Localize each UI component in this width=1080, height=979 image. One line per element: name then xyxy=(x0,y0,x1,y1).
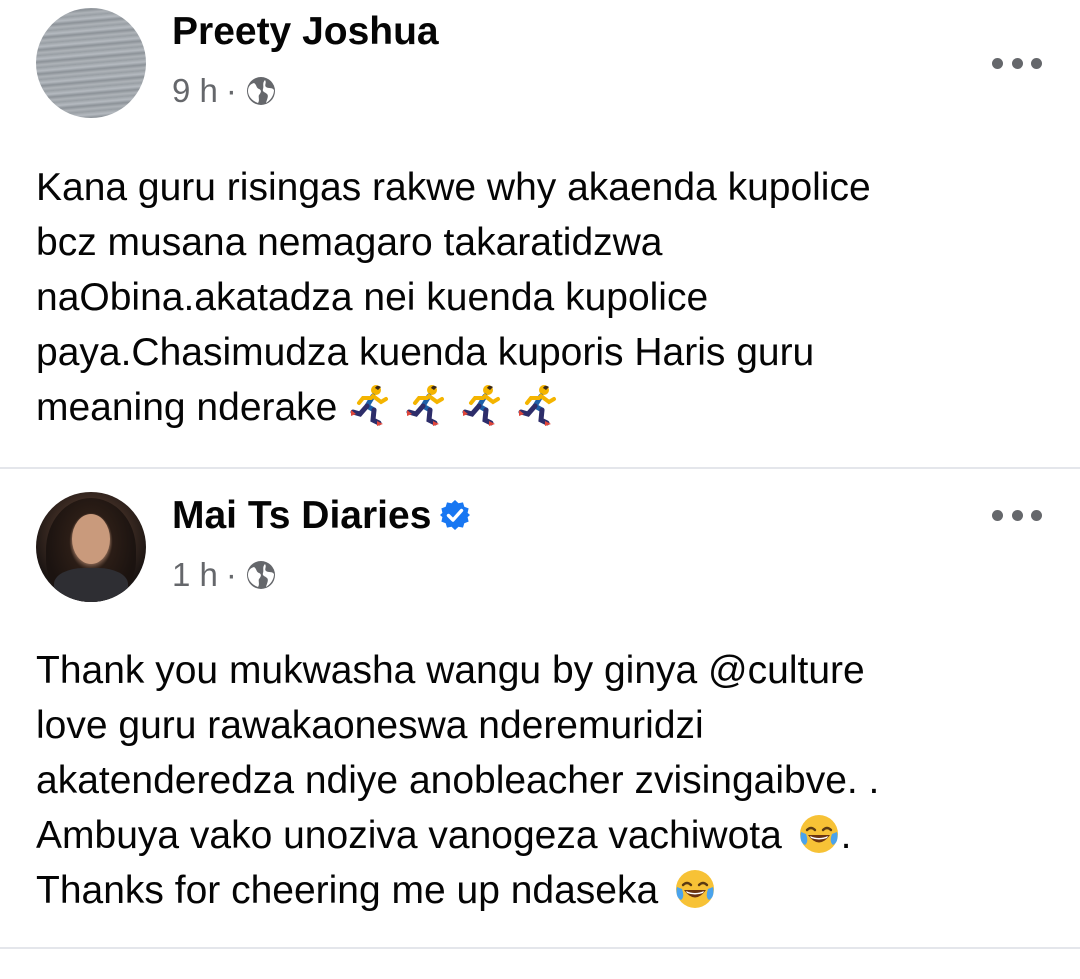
post-line-last: meaning nderake xyxy=(36,380,1046,435)
post-line: Ambuya vako unoziva vanogeza vachiwota xyxy=(36,814,782,857)
globe-icon xyxy=(246,77,275,105)
post-line: love guru rawakaoneswa nderemuridzi xyxy=(36,704,704,747)
post-meta: 1 h · xyxy=(172,556,277,594)
laughing-crying-emoji-icon xyxy=(676,870,715,908)
post-line: Thank you mukwasha wangu by ginya @cultu… xyxy=(36,649,865,692)
author-name[interactable]: Mai Ts Diaries xyxy=(172,494,471,538)
more-options-button[interactable] xyxy=(992,508,1042,522)
globe-icon xyxy=(246,561,275,589)
line-suffix: . xyxy=(840,814,852,857)
running-man-emoji-icon xyxy=(518,385,557,426)
author-name-text[interactable]: Preety Joshua xyxy=(172,10,439,53)
running-man-emoji-icon xyxy=(462,385,501,426)
running-man-emojis xyxy=(348,385,572,429)
post-line: naObina.akatadza nei kuenda kupolice xyxy=(36,276,709,319)
running-man-emoji-icon xyxy=(350,385,389,426)
post-line-with-emoji: Thanks for cheering me up ndaseka xyxy=(36,863,1046,918)
avatar[interactable] xyxy=(36,492,146,602)
avatar[interactable] xyxy=(36,8,146,118)
post-line: bcz musana nemagaro takaratidzwa xyxy=(36,221,663,264)
post-time[interactable]: 1 h xyxy=(172,556,218,594)
feed: Preety Joshua 9 h · Kana guru risingas r… xyxy=(0,0,1080,979)
post-line: Thanks for cheering me up ndaseka xyxy=(36,869,659,912)
author-name-text[interactable]: Mai Ts Diaries xyxy=(172,494,431,537)
post-divider xyxy=(0,947,1080,949)
post-time[interactable]: 9 h xyxy=(172,72,218,110)
more-options-icon xyxy=(992,509,1003,521)
running-man-emoji-icon xyxy=(406,385,445,426)
author-name[interactable]: Preety Joshua xyxy=(172,10,439,54)
verified-badge-icon xyxy=(440,500,471,530)
meta-separator: · xyxy=(225,72,237,109)
meta-separator: · xyxy=(225,556,237,593)
post-text: Thank you mukwasha wangu by ginya @cultu… xyxy=(36,643,1046,918)
post-meta: 9 h · xyxy=(172,72,277,110)
post-line: meaning nderake xyxy=(36,386,338,429)
avatar-face xyxy=(72,514,110,564)
post-preety-joshua: Preety Joshua 9 h · Kana guru risingas r… xyxy=(0,0,1080,468)
post-line: akatenderedza ndiye anobleacher zvisinga… xyxy=(36,759,880,802)
more-options-icon xyxy=(992,57,1003,69)
post-line: paya.Chasimudza kuenda kuporis Haris gur… xyxy=(36,331,815,374)
more-options-button[interactable] xyxy=(992,56,1042,70)
post-line: Kana guru risingas rakwe why akaenda kup… xyxy=(36,166,871,209)
laughing-crying-emoji-icon xyxy=(799,815,838,853)
post-line-with-emoji: Ambuya vako unoziva vanogeza vachiwota . xyxy=(36,808,1046,863)
avatar-body xyxy=(54,568,128,602)
post-divider xyxy=(0,467,1080,469)
post-text: Kana guru risingas rakwe why akaenda kup… xyxy=(36,160,1046,435)
